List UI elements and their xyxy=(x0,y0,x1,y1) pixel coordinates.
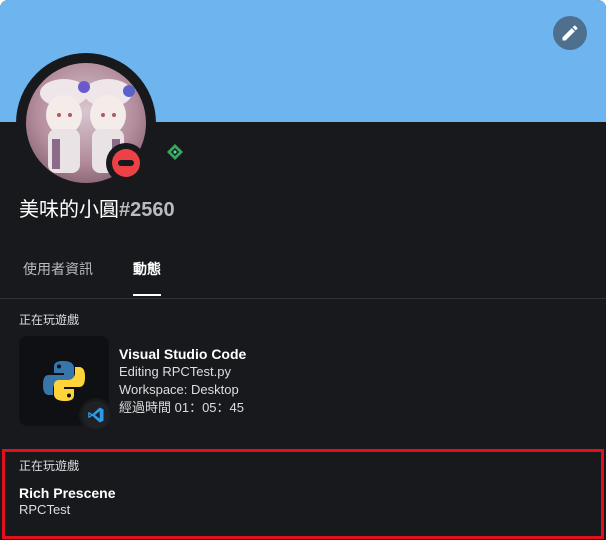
pencil-icon xyxy=(562,25,578,41)
activity-app-name: Visual Studio Code xyxy=(119,346,247,362)
username-discriminator: #2560 xyxy=(119,199,175,221)
hypesquad-balance-icon[interactable] xyxy=(164,141,186,163)
activity-details: Visual Studio Code Editing RPCTest.py Wo… xyxy=(119,345,579,417)
username-name: 美味的小圓 xyxy=(19,199,119,221)
tab-user-info[interactable]: 使用者資訊 xyxy=(23,260,93,278)
active-tab-indicator xyxy=(133,294,161,296)
rich-presence-details: RPCTest xyxy=(19,502,71,517)
user-profile-card: 美味的小圓#2560 使用者資訊 動態 正在玩遊戲 Visual Studio … xyxy=(0,0,606,540)
edit-profile-button[interactable] xyxy=(553,16,587,50)
rich-presence-section-label: 正在玩遊戲 xyxy=(19,459,80,473)
activity-section-label: 正在玩遊戲 xyxy=(19,313,80,327)
activity-details-line: Editing RPCTest.py xyxy=(119,364,231,379)
activity-state-line: Workspace: Desktop xyxy=(119,382,239,397)
vscode-logo-icon xyxy=(88,407,104,423)
do-not-disturb-icon xyxy=(112,149,140,177)
activity-small-image xyxy=(79,398,113,432)
username: 美味的小圓#2560 xyxy=(19,196,175,224)
activity-elapsed-time: 經過時間 01：05：45 xyxy=(119,400,244,415)
tab-activity[interactable]: 動態 xyxy=(133,260,161,278)
rich-presence-name: Rich Prescene xyxy=(19,485,116,501)
profile-tabs: 使用者資訊 動態 xyxy=(0,246,606,299)
